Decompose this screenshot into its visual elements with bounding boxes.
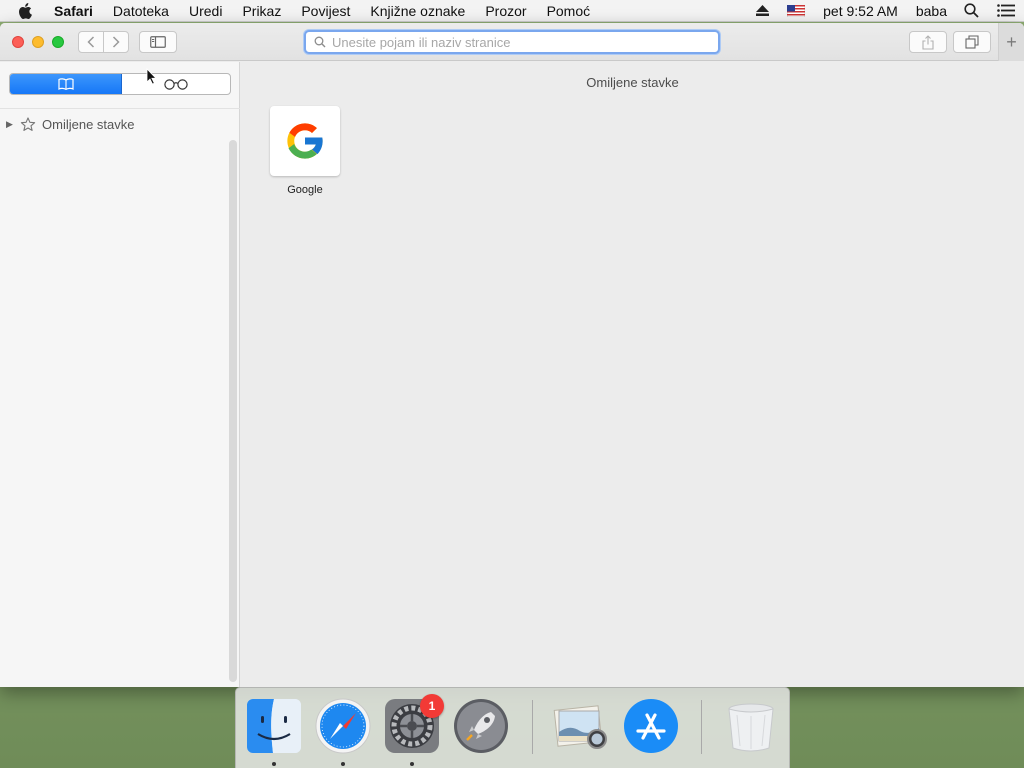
dock-safari-running-indicator <box>341 762 345 766</box>
menu-bar: Safari Datoteka Uredi Prikaz Povijest Kn… <box>0 0 1024 22</box>
dock-finder-icon[interactable] <box>246 698 302 754</box>
dock-launchpad-icon[interactable] <box>453 698 509 754</box>
bookmarks-sidebar: ▶ Omiljene stavke <box>0 62 240 687</box>
sidebar-scrollbar[interactable] <box>229 140 237 682</box>
menu-prozor[interactable]: Prozor <box>475 0 536 22</box>
menu-povijest[interactable]: Povijest <box>291 0 360 22</box>
dock-separator <box>701 700 702 754</box>
star-icon <box>20 116 36 132</box>
menu-user[interactable]: baba <box>916 3 947 19</box>
spotlight-search-icon[interactable] <box>964 3 979 18</box>
safari-window: + ▶ Omiljene stavke Omiljene stavke <box>0 23 1024 687</box>
input-source-flag-icon[interactable] <box>787 4 806 17</box>
sidebar-item-label: Omiljene stavke <box>42 116 135 132</box>
menu-prikaz[interactable]: Prikaz <box>232 0 291 22</box>
dock: 1 <box>235 687 790 768</box>
disclosure-triangle-icon[interactable]: ▶ <box>6 119 16 130</box>
dock-trash-icon[interactable] <box>723 698 779 754</box>
share-icon <box>922 34 934 50</box>
menu-app-safari[interactable]: Safari <box>52 0 103 22</box>
dock-system-preferences-running-indicator <box>410 762 414 766</box>
window-toolbar: + <box>0 23 1024 61</box>
address-bar[interactable] <box>304 30 720 54</box>
zoom-window-button[interactable] <box>52 36 64 48</box>
sidebar-icon <box>150 36 166 48</box>
favorites-page: Omiljene stavke Google <box>241 62 1024 687</box>
chevron-left-icon <box>87 36 95 48</box>
eject-icon[interactable] <box>756 5 770 16</box>
favorite-label-google[interactable]: Google <box>255 184 355 196</box>
dock-separator <box>532 700 533 754</box>
reading-list-tab[interactable] <box>122 74 230 94</box>
sidebar-item-favorites[interactable]: ▶ Omiljene stavke <box>6 114 134 134</box>
google-logo-icon <box>287 123 324 159</box>
menu-datoteka[interactable]: Datoteka <box>103 0 179 22</box>
minimize-window-button[interactable] <box>32 36 44 48</box>
back-button[interactable] <box>78 31 104 53</box>
glasses-icon <box>164 79 188 90</box>
dock-safari-icon[interactable] <box>315 698 371 754</box>
dock-app-store-icon[interactable] <box>623 698 679 754</box>
dock-preview-icon[interactable] <box>552 698 608 754</box>
menu-knjizne-oznake[interactable]: Knjižne oznake <box>360 0 475 22</box>
share-button[interactable] <box>909 31 947 53</box>
menu-uredi[interactable]: Uredi <box>179 0 232 22</box>
sidebar-segmented-control <box>9 73 231 95</box>
menu-clock[interactable]: pet 9:52 AM <box>823 3 898 19</box>
forward-button[interactable] <box>103 31 129 53</box>
favorite-tile-google[interactable] <box>270 106 340 176</box>
menu-pomoc[interactable]: Pomoć <box>537 0 601 22</box>
apple-menu-icon[interactable] <box>18 2 40 19</box>
system-preferences-badge: 1 <box>420 694 444 718</box>
sidebar-divider <box>0 108 240 109</box>
book-icon <box>57 78 74 90</box>
search-icon <box>314 36 326 48</box>
chevron-right-icon <box>112 36 120 48</box>
mouse-cursor-icon <box>146 68 157 90</box>
page-title: Omiljene stavke <box>586 75 679 90</box>
toggle-sidebar-button[interactable] <box>139 31 177 53</box>
new-tab-button[interactable]: + <box>998 23 1024 61</box>
bookmarks-tab[interactable] <box>10 74 122 94</box>
dock-finder-running-indicator <box>272 762 276 766</box>
notification-center-icon[interactable] <box>997 4 1015 17</box>
show-all-tabs-button[interactable] <box>953 31 991 53</box>
address-input[interactable] <box>332 34 718 50</box>
close-window-button[interactable] <box>12 36 24 48</box>
tabs-overview-icon <box>965 35 979 49</box>
